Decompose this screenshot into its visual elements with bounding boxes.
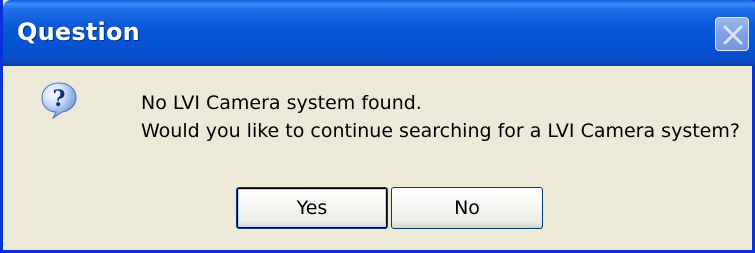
close-button[interactable] bbox=[715, 17, 749, 51]
close-icon bbox=[723, 25, 743, 45]
message-line-1: No LVI Camera system found. bbox=[141, 92, 422, 114]
dialog-title: Question bbox=[17, 18, 140, 46]
svg-text:?: ? bbox=[53, 86, 66, 112]
message-line-2: Would you like to continue searching for… bbox=[141, 120, 740, 142]
title-bar[interactable]: Question bbox=[3, 0, 755, 66]
question-dialog: Question ? No LVI Camera system found. W… bbox=[0, 0, 755, 253]
yes-button[interactable]: Yes bbox=[236, 187, 388, 229]
no-button[interactable]: No bbox=[391, 187, 543, 229]
question-icon: ? bbox=[41, 82, 77, 120]
message-text: No LVI Camera system found. Would you li… bbox=[141, 89, 740, 145]
